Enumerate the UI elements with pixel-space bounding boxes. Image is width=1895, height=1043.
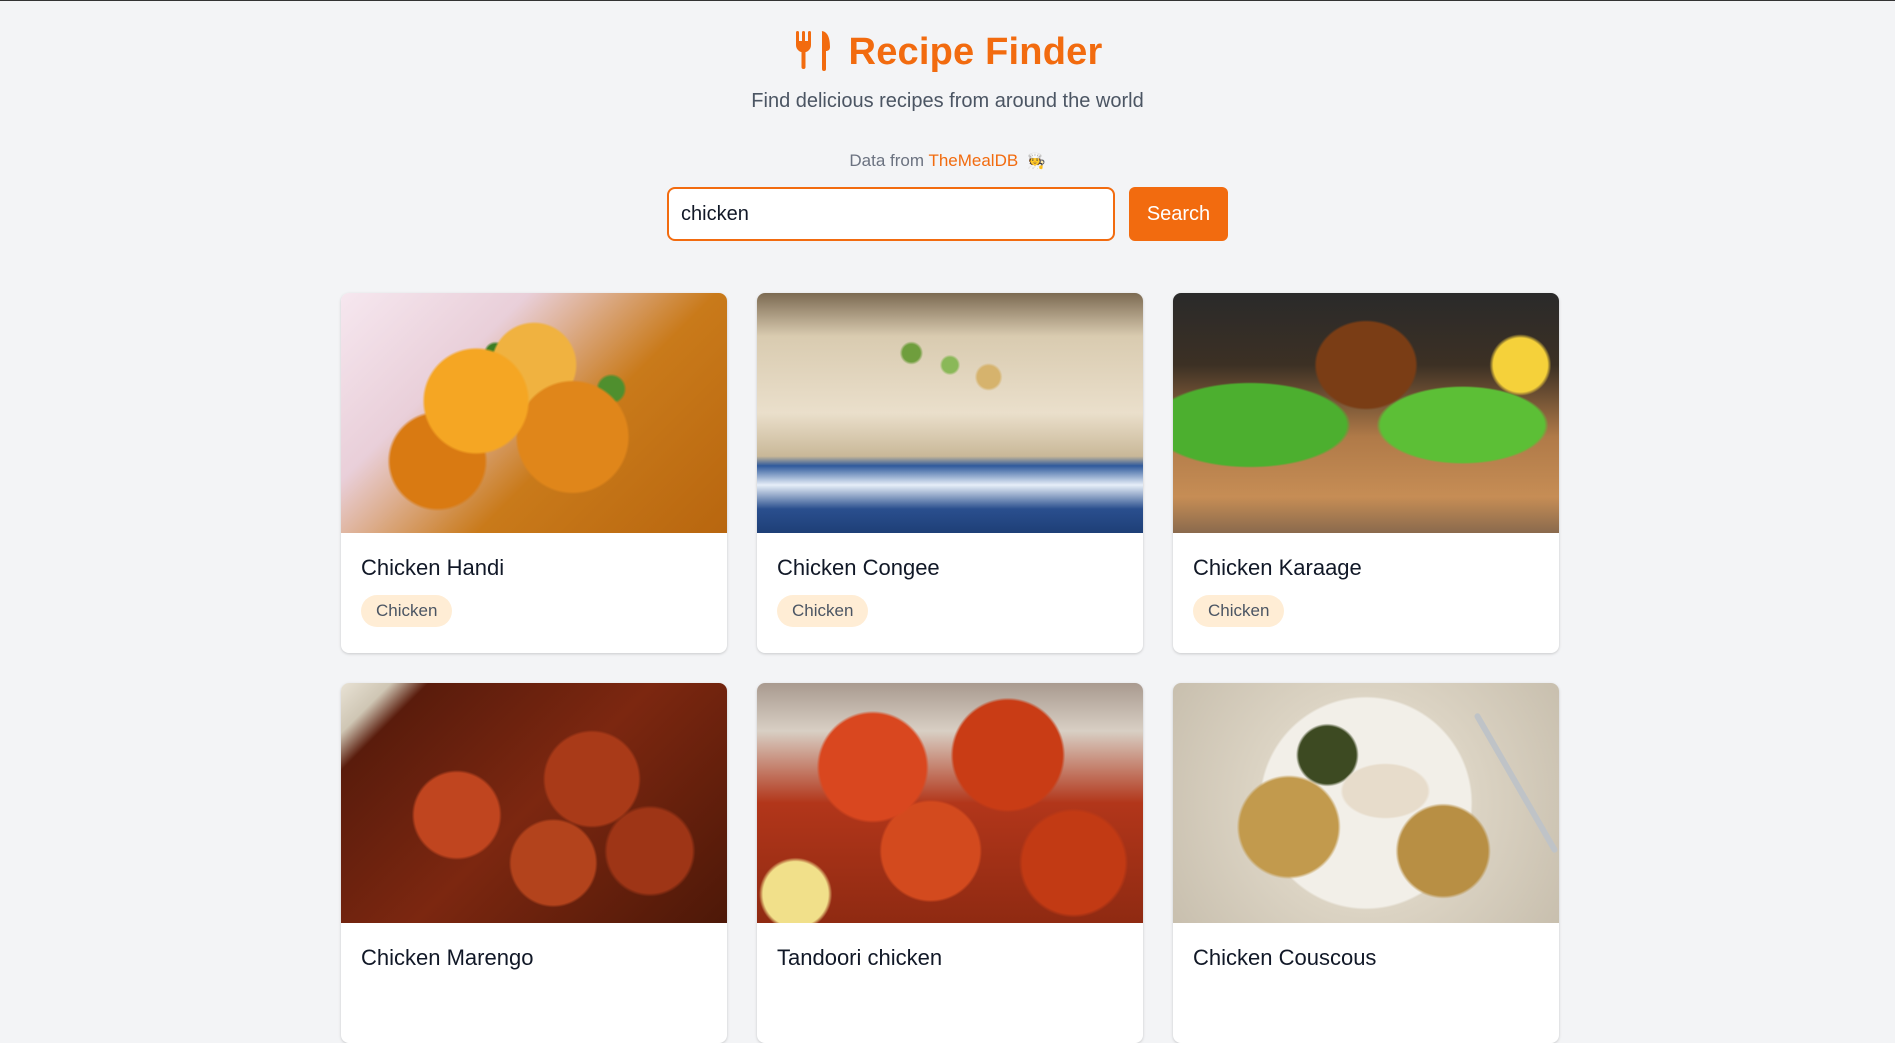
recipe-card[interactable]: Chicken Couscous (1173, 683, 1559, 1043)
fork-decoration (1473, 712, 1559, 854)
app-subtitle: Find delicious recipes from around the w… (751, 90, 1144, 112)
themealdb-link[interactable]: TheMealDB (928, 151, 1018, 170)
recipe-card[interactable]: Chicken Handi Chicken (341, 293, 727, 653)
search-bar: Search (0, 187, 1895, 241)
recipe-image[interactable] (757, 293, 1143, 533)
recipe-card[interactable]: Chicken Karaage Chicken (1173, 293, 1559, 653)
app-title: Recipe Finder (848, 31, 1103, 73)
recipe-title[interactable]: Chicken Karaage (1193, 555, 1539, 581)
recipe-image[interactable] (1173, 683, 1559, 923)
recipe-title[interactable]: Chicken Congee (777, 555, 1123, 581)
recipe-image[interactable] (757, 683, 1143, 923)
search-input[interactable] (667, 187, 1115, 241)
data-attribution: Data from TheMealDB 🧑‍🍳 (0, 151, 1895, 171)
recipe-title[interactable]: Chicken Handi (361, 555, 707, 581)
fork-knife-icon (793, 29, 833, 76)
category-badge: Chicken (1193, 595, 1285, 627)
recipe-card[interactable]: Chicken Congee Chicken (757, 293, 1143, 653)
recipe-card[interactable]: Chicken Marengo (341, 683, 727, 1043)
recipe-image[interactable] (1173, 293, 1559, 533)
title-row: Recipe Finder (0, 29, 1895, 76)
recipe-title[interactable]: Chicken Couscous (1193, 945, 1539, 971)
recipe-image[interactable] (341, 683, 727, 923)
recipe-grid: Chicken Handi Chicken Chicken Congee Chi… (341, 293, 1559, 1043)
category-badge: Chicken (361, 595, 453, 627)
recipe-title[interactable]: Tandoori chicken (777, 945, 1123, 971)
recipe-image[interactable] (341, 293, 727, 533)
category-badge: Chicken (777, 595, 869, 627)
recipe-card[interactable]: Tandoori chicken (757, 683, 1143, 1043)
page-header: Recipe Finder Find delicious recipes fro… (0, 1, 1895, 113)
recipe-title[interactable]: Chicken Marengo (361, 945, 707, 971)
attribution-prefix: Data from (849, 151, 925, 170)
search-button[interactable]: Search (1129, 187, 1228, 241)
cook-emoji-icon: 🧑‍🍳 (1026, 153, 1046, 170)
